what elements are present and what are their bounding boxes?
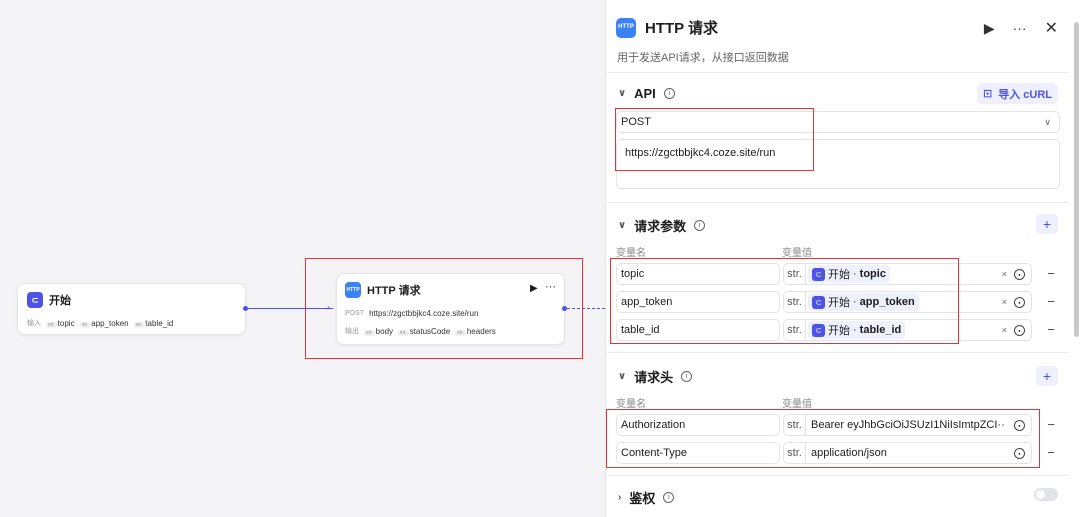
param-name-col: 变量名 <box>616 248 646 259</box>
highlight-params <box>610 258 959 344</box>
remove-header-button[interactable]: − <box>1047 417 1055 432</box>
workflow-canvas[interactable]: ⊂ 开始 输入 str. topic str. app_token str. tabl… <box>0 0 605 517</box>
clear-icon[interactable]: × <box>1002 297 1007 307</box>
chevron-down-icon: ∨ <box>618 220 627 231</box>
start-node-title: 开始 <box>49 295 71 307</box>
import-curl-label: 导入 cURL <box>998 88 1052 101</box>
header-value-col: 变量值 <box>782 399 812 410</box>
variable-picker-icon[interactable]: ● <box>1014 296 1025 308</box>
info-icon: i <box>663 492 675 503</box>
chevron-down-icon: ∨ <box>1044 116 1051 127</box>
params-title: 请求参数 <box>634 219 687 234</box>
info-icon: i <box>694 220 706 231</box>
remove-header-button[interactable]: − <box>1047 445 1055 460</box>
scrollbar[interactable] <box>1074 22 1079 337</box>
start-input-app-token: str. app_token <box>79 318 129 328</box>
clear-icon[interactable]: × <box>1002 325 1007 335</box>
info-icon: i <box>681 371 693 382</box>
auth-toggle[interactable] <box>1034 488 1058 501</box>
api-section-header[interactable]: ∨ API i <box>618 86 675 101</box>
highlight-headers <box>606 409 1040 468</box>
start-node[interactable]: ⊂ 开始 输入 str. topic str. app_token str. tabl… <box>17 283 246 335</box>
more-icon[interactable]: ··· <box>1013 20 1027 36</box>
headers-section-header[interactable]: ∨ 请求头 i <box>618 367 693 386</box>
headers-title: 请求头 <box>634 370 674 385</box>
clear-icon[interactable]: × <box>1002 269 1007 279</box>
import-curl-button[interactable]: ⊡ 导入 cURL <box>977 83 1058 104</box>
start-input-label: 输入 <box>27 320 41 327</box>
panel-description: 用于发送API请求，从接口返回数据 <box>617 52 789 64</box>
info-icon: i <box>663 88 675 99</box>
remove-param-button[interactable]: − <box>1047 322 1055 337</box>
remove-param-button[interactable]: − <box>1047 266 1055 281</box>
highlight-http-node <box>305 258 583 359</box>
variable-picker-icon[interactable]: ● <box>1014 324 1025 336</box>
http-panel-icon: HTTP <box>616 17 636 38</box>
remove-param-button[interactable]: − <box>1047 294 1055 309</box>
variable-picker-icon[interactable]: ● <box>1014 268 1025 280</box>
api-title: API <box>634 86 656 101</box>
params-section-header[interactable]: ∨ 请求参数 i <box>618 216 706 235</box>
close-icon[interactable]: ✕ <box>1045 18 1058 38</box>
highlight-api <box>615 108 814 171</box>
start-input-table-id: str. table_id <box>133 318 174 328</box>
start-node-icon: ⊂ <box>27 292 43 308</box>
add-param-button[interactable]: + <box>1036 214 1058 234</box>
start-input-topic: str. topic <box>46 318 75 328</box>
run-icon[interactable]: ▶ <box>984 20 995 37</box>
param-value-col: 变量值 <box>782 248 812 259</box>
panel-title: HTTP 请求 <box>645 20 719 37</box>
auth-section-header[interactable]: › 鉴权 i <box>618 488 675 507</box>
http-config-panel: HTTP HTTP 请求 ▶ ··· ✕ 用于发送API请求，从接口返回数据 ∨… <box>605 0 1080 517</box>
header-name-col: 变量名 <box>616 399 646 410</box>
chevron-right-icon: › <box>618 492 622 503</box>
import-icon: ⊡ <box>983 88 993 100</box>
auth-title: 鉴权 <box>629 491 656 506</box>
chevron-down-icon: ∨ <box>618 371 627 382</box>
add-header-button[interactable]: + <box>1036 366 1058 386</box>
chevron-down-icon: ∨ <box>618 88 627 99</box>
